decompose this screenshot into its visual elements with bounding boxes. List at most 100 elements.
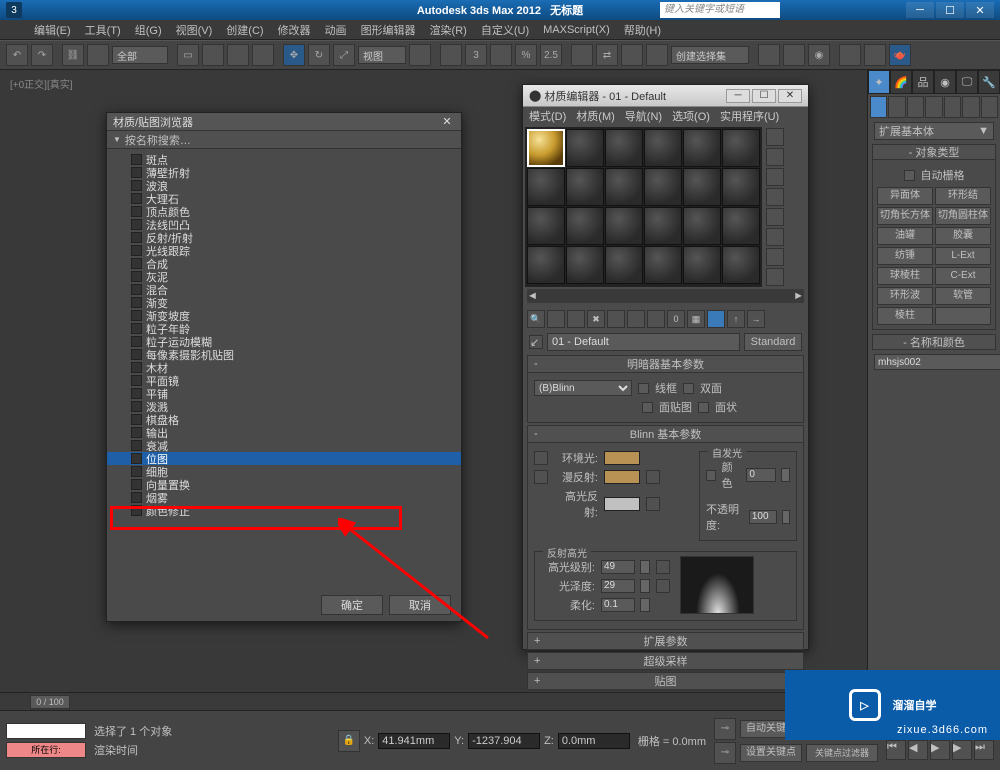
spec-level-spinner[interactable]: 49 [601,560,635,574]
sample-slot[interactable] [605,168,643,206]
sample-slot[interactable] [566,168,604,206]
me-close-button[interactable]: ✕ [778,89,802,103]
menu-grapheditors[interactable]: 图形编辑器 [361,22,416,38]
me-maximize-button[interactable]: ☐ [752,89,776,103]
object-type-button[interactable]: 切角圆柱体 [935,207,991,225]
autogrid-checkbox[interactable] [904,170,915,181]
soften-spinner[interactable]: 0.1 [601,598,635,612]
selfillum-spinner[interactable]: 0 [746,468,776,482]
viewport-label[interactable]: [+0正交][真实] [10,76,73,91]
wire-checkbox[interactable] [638,383,649,394]
opacity-spinner[interactable]: 100 [749,510,777,524]
link-button[interactable]: ⛓ [62,44,84,66]
sample-slot[interactable] [605,246,643,284]
object-type-button[interactable]: 油罐 [877,227,933,245]
sample-slot[interactable] [566,129,604,167]
maximize-button[interactable]: ☐ [936,2,964,18]
assign-to-selection-button[interactable] [567,310,585,328]
spec-level-map[interactable] [656,560,670,574]
specular-map-button[interactable] [646,497,660,511]
sample-slot[interactable] [527,129,565,167]
align-button[interactable] [621,44,643,66]
material-type-button[interactable]: Standard [744,333,802,351]
filter-select[interactable]: 全部 [112,46,168,64]
render-frame-button[interactable] [864,44,886,66]
me-menu-options[interactable]: 选项(O) [672,108,710,124]
options-button[interactable] [766,248,784,266]
motion-tab[interactable]: ◉ [934,70,956,94]
coord-y[interactable]: -1237.904 [468,733,540,749]
spinner-arrows[interactable] [782,510,790,524]
cancel-button[interactable]: 取消 [389,595,451,615]
utilities-tab[interactable]: 🔧 [978,70,1000,94]
spinner-arrows[interactable] [640,579,650,593]
go-forward-button[interactable]: → [747,310,765,328]
menu-edit[interactable]: 编辑(E) [34,22,71,38]
make-unique-button[interactable] [627,310,645,328]
script-input[interactable] [6,723,86,739]
object-type-button[interactable]: 球棱柱 [877,267,933,285]
me-menu-navigate[interactable]: 导航(N) [625,108,662,124]
scale-button[interactable]: ⤢ [333,44,355,66]
material-list-item[interactable]: 颜色修正 [107,504,461,517]
rollout-extended[interactable]: +扩展参数 [527,632,804,650]
sample-slot[interactable] [644,129,682,167]
show-map-button[interactable]: ▦ [687,310,705,328]
reset-map-button[interactable]: ✖ [587,310,605,328]
systems-subtab[interactable] [981,96,998,118]
specular-color-swatch[interactable] [604,497,640,511]
rollout-blinn-params[interactable]: -Blinn 基本参数 [527,425,804,443]
spinner-arrows[interactable] [640,560,650,574]
sample-slot[interactable] [683,246,721,284]
sample-slot[interactable] [683,129,721,167]
shapes-subtab[interactable] [888,96,905,118]
menu-views[interactable]: 视图(V) [176,22,213,38]
undo-button[interactable]: ↶ [6,44,28,66]
faceted-checkbox[interactable] [698,402,709,413]
get-material-button[interactable]: 🔍 [527,310,545,328]
name-color-header[interactable]: - 名称和颜色 [872,334,996,350]
setkey-icon-button[interactable]: ⊸ [714,742,736,764]
material-id-button[interactable]: 0 [667,310,685,328]
show-end-result-button[interactable] [707,310,725,328]
backlight-button[interactable] [766,148,784,166]
category-select[interactable]: 扩展基本体▼ [874,122,994,140]
modify-tab[interactable]: 🌈 [890,70,912,94]
diffuse-map-button[interactable] [646,470,660,484]
sample-slot[interactable] [605,129,643,167]
glossiness-map[interactable] [656,579,670,593]
diffuse-color-swatch[interactable] [604,470,640,484]
select-region-button[interactable] [227,44,249,66]
help-search-input[interactable]: 键入关键字或短语 [660,2,780,18]
sample-type-button[interactable] [766,128,784,146]
object-type-button[interactable]: 棱柱 [877,307,933,325]
object-type-button[interactable]: 胶囊 [935,227,991,245]
coord-z[interactable]: 0.0mm [558,733,630,749]
ok-button[interactable]: 确定 [321,595,383,615]
display-tab[interactable]: 🖵 [956,70,978,94]
put-to-scene-button[interactable] [547,310,565,328]
spacewarps-subtab[interactable] [962,96,979,118]
sample-slot[interactable] [722,207,760,245]
material-list[interactable]: 斑点薄壁折射波浪大理石顶点颜色法线凹凸反射/折射光线跟踪合成灰泥混合渐变渐变坡度… [107,149,461,589]
material-browser-search[interactable]: ▼ 按名称搜索… [107,131,461,149]
selfillum-color-checkbox[interactable] [706,470,716,481]
object-type-button[interactable]: 软管 [935,287,991,305]
material-name-input[interactable] [547,333,740,351]
rollout-supersample[interactable]: +超级采样 [527,652,804,670]
object-type-button[interactable] [935,307,991,325]
me-menu-utilities[interactable]: 实用程序(U) [720,108,779,124]
keyfilter-button[interactable]: 关键点过滤器 [806,744,878,762]
background-button[interactable] [766,168,784,186]
move-button[interactable]: ✥ [283,44,305,66]
menu-modifiers[interactable]: 修改器 [278,22,311,38]
create-tab[interactable]: ✦ [868,70,890,94]
geometry-subtab[interactable] [870,96,887,118]
setkey-button[interactable]: 设置关键点 [740,744,802,762]
preview-button[interactable] [766,228,784,246]
object-type-button[interactable]: L-Ext [935,247,991,265]
shader-select[interactable]: (B)Blinn [534,380,632,396]
sample-slot[interactable] [644,207,682,245]
rollout-shader-basic[interactable]: -明暗器基本参数 [527,355,804,373]
menu-create[interactable]: 创建(C) [226,22,263,38]
